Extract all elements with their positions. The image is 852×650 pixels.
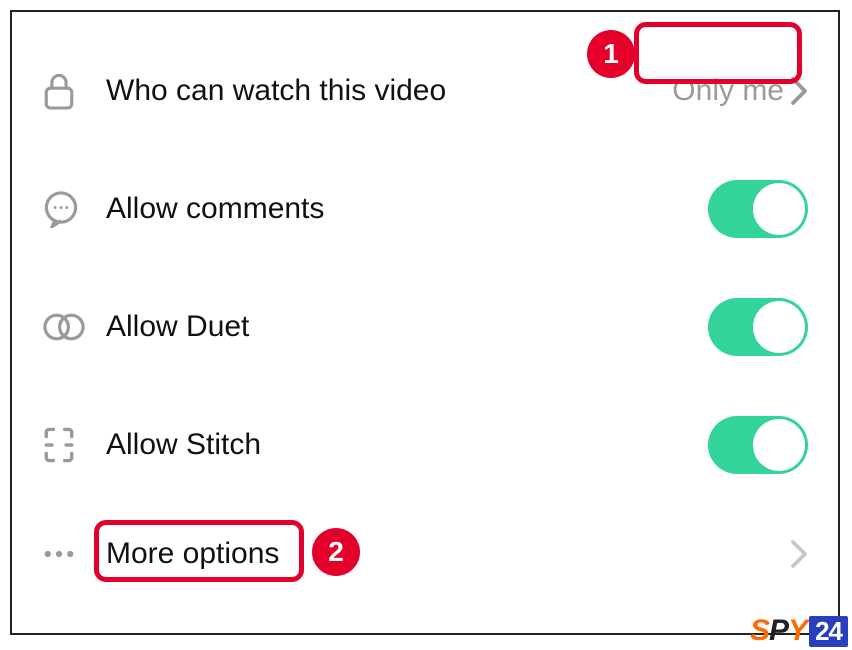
allow-comments-row: Allow comments (42, 150, 808, 268)
who-can-watch-value[interactable]: Only me (672, 74, 808, 108)
who-can-watch-row[interactable]: Who can watch this video Only me (42, 32, 808, 150)
toggle-knob (753, 301, 805, 353)
more-options-row[interactable]: More options (42, 504, 808, 604)
allow-comments-label: Allow comments (106, 192, 708, 226)
privacy-settings-panel: Who can watch this video Only me Allow c… (10, 10, 840, 635)
chevron-right-icon (790, 539, 808, 569)
allow-duet-row: Allow Duet (42, 268, 808, 386)
more-icon (42, 549, 106, 559)
stitch-icon (42, 425, 106, 465)
lock-icon (42, 71, 106, 111)
watermark-24: 24 (809, 616, 848, 647)
watermark-y: Y (788, 614, 807, 648)
allow-stitch-label: Allow Stitch (106, 428, 708, 462)
who-can-watch-value-text: Only me (672, 74, 784, 108)
allow-comments-toggle[interactable] (708, 180, 808, 238)
more-options-label: More options (106, 537, 784, 571)
allow-stitch-row: Allow Stitch (42, 386, 808, 504)
allow-duet-label: Allow Duet (106, 310, 708, 344)
allow-stitch-toggle[interactable] (708, 416, 808, 474)
toggle-knob (753, 183, 805, 235)
who-can-watch-label: Who can watch this video (106, 74, 672, 108)
duet-icon (42, 310, 106, 344)
watermark: SPY24 (750, 614, 848, 648)
chevron-right-icon (790, 76, 808, 106)
comment-icon (42, 190, 106, 228)
watermark-p: P (769, 614, 788, 648)
allow-duet-toggle[interactable] (708, 298, 808, 356)
toggle-knob (753, 419, 805, 471)
watermark-s: S (750, 614, 769, 648)
